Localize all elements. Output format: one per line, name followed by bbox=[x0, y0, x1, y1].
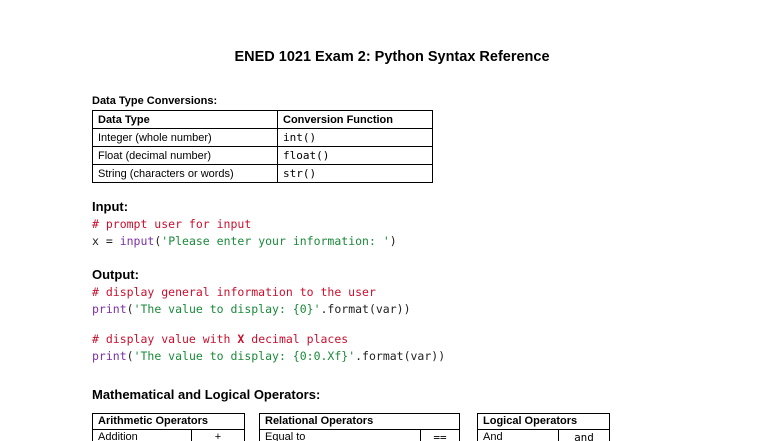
col-header-conversion-function: Conversion Function bbox=[277, 110, 433, 129]
operator-symbol: == bbox=[420, 429, 460, 441]
cell-conversion-function: str() bbox=[277, 164, 433, 183]
code-paren: ( bbox=[126, 302, 134, 316]
cell-conversion-function: int() bbox=[277, 128, 433, 147]
output-comment-general: # display general information to the use… bbox=[92, 285, 376, 299]
operator-label: And bbox=[477, 429, 559, 441]
code-function: print bbox=[92, 302, 127, 316]
arithmetic-operators-box: Arithmetic Operators Addition + bbox=[92, 413, 252, 441]
operator-label: Addition bbox=[92, 429, 192, 441]
table-row: Float (decimal number) float() bbox=[92, 146, 433, 165]
operator-symbol: and bbox=[558, 429, 610, 441]
operator-label: Equal to bbox=[259, 429, 421, 441]
logical-operators-header: Logical Operators bbox=[477, 413, 610, 430]
input-heading: Input: bbox=[92, 199, 129, 214]
relational-operators-box: Relational Operators Equal to == bbox=[259, 413, 465, 441]
code-string: 'The value to display: {0:0.Xf}' bbox=[133, 349, 356, 363]
table-header-row: Data Type Conversion Function bbox=[92, 110, 433, 129]
table-row: Addition + bbox=[92, 429, 245, 441]
col-header-data-type: Data Type bbox=[92, 110, 278, 129]
code-function: input bbox=[119, 234, 155, 248]
code-function: print bbox=[92, 349, 127, 363]
operator-symbol: + bbox=[191, 429, 245, 441]
arithmetic-operators-header: Arithmetic Operators bbox=[92, 413, 245, 430]
conversions-heading: Data Type Conversions: bbox=[92, 95, 218, 107]
table-row: Equal to == bbox=[259, 429, 460, 441]
cell-data-type: String (characters or words) bbox=[92, 164, 278, 183]
code-variable: x = bbox=[92, 234, 120, 248]
output-heading: Output: bbox=[92, 267, 139, 282]
code-format-call: .format(var)) bbox=[355, 349, 446, 363]
code-paren: ( bbox=[126, 349, 134, 363]
input-code-line: x = input('Please enter your information… bbox=[92, 234, 397, 248]
table-row: Integer (whole number) int() bbox=[92, 128, 433, 147]
cell-data-type: Integer (whole number) bbox=[92, 128, 278, 147]
code-string: 'The value to display: {0}' bbox=[133, 302, 321, 316]
relational-operators-header: Relational Operators bbox=[259, 413, 460, 430]
comment-text: decimal places bbox=[244, 332, 349, 346]
code-string: 'Please enter your information: ' bbox=[161, 234, 390, 248]
output-code-line-decimal: print('The value to display: {0:0.Xf}'.f… bbox=[92, 349, 445, 363]
code-paren: ) bbox=[389, 234, 397, 248]
comment-text: # display value with bbox=[92, 332, 238, 346]
output-comment-decimal: # display value with X decimal places bbox=[92, 332, 348, 346]
page-title: ENED 1021 Exam 2: Python Syntax Referenc… bbox=[234, 49, 550, 65]
output-code-line-general: print('The value to display: {0}'.format… bbox=[92, 302, 411, 316]
operators-heading: Mathematical and Logical Operators: bbox=[92, 387, 321, 402]
cell-data-type: Float (decimal number) bbox=[92, 146, 278, 165]
code-format-call: .format(var)) bbox=[320, 302, 411, 316]
logical-operators-box: Logical Operators And and bbox=[477, 413, 613, 441]
table-row: And and bbox=[477, 429, 610, 441]
input-comment: # prompt user for input bbox=[92, 217, 252, 231]
cell-conversion-function: float() bbox=[277, 146, 433, 165]
table-row: String (characters or words) str() bbox=[92, 164, 433, 183]
conversions-table: Data Type Conversion Function Integer (w… bbox=[92, 110, 433, 183]
